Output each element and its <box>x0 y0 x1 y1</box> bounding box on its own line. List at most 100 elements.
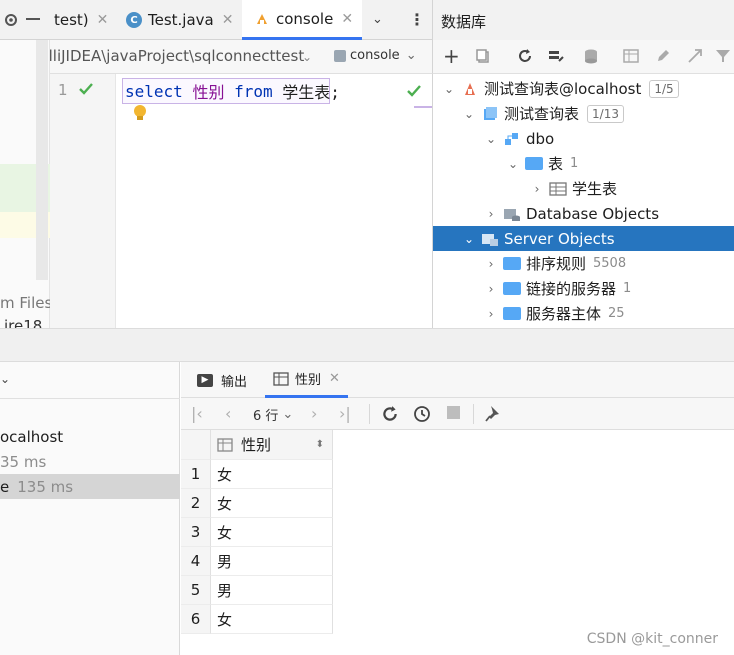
watermark: CSDN @kit_conner <box>586 631 718 647</box>
tree-node-database[interactable]: ⌄ 测试查询表 1/13 <box>433 101 734 126</box>
previous-page-icon[interactable]: ‹ <box>225 404 231 423</box>
line-number: 1 <box>58 81 68 99</box>
stop-icon[interactable] <box>447 406 460 419</box>
tree-node-connection[interactable]: ⌄ 测试查询表@localhost 1/5 <box>433 76 734 101</box>
path-bar: VAIntelliJIDEA\javaProject\sqlconnecttes… <box>0 40 432 74</box>
grid-cell[interactable]: 女 <box>211 518 333 547</box>
gear-icon[interactable] <box>4 12 18 28</box>
more-options-icon[interactable]: ⋮ <box>409 10 425 29</box>
service-item-selected[interactable]: e 135 ms <box>0 474 180 499</box>
tab-result-table[interactable]: 性别 ✕ <box>265 362 348 398</box>
tree-node-server-objects[interactable]: ⌄ Server Objects <box>433 226 734 251</box>
tree-node-database-objects[interactable]: › Database Objects <box>433 201 734 226</box>
tab-output[interactable]: ▶ 输出 <box>197 362 247 398</box>
chevron-down-icon[interactable]: ⌄ <box>505 157 521 171</box>
db-panel-header: 数据库 <box>432 0 734 40</box>
edit-icon[interactable] <box>655 48 673 66</box>
minimize-icon[interactable] <box>26 18 40 20</box>
db-panel-title: 数据库 <box>441 13 487 31</box>
column-icon <box>217 437 233 452</box>
grid-cell[interactable]: 女 <box>211 605 333 634</box>
folder-icon <box>503 307 521 320</box>
database-icon <box>481 106 499 122</box>
chevron-right-icon[interactable]: › <box>483 257 499 271</box>
jump-icon[interactable] <box>687 48 705 66</box>
tree-node-label: Server Objects <box>504 229 615 248</box>
server-objects-icon <box>481 231 499 247</box>
tree-node-table[interactable]: › 学生表 <box>433 176 734 201</box>
chevron-down-icon: ⌄ <box>282 407 294 422</box>
scrollbar[interactable] <box>36 40 48 280</box>
sql-keyword: from <box>234 81 273 101</box>
chevron-right-icon[interactable]: › <box>483 307 499 321</box>
service-item[interactable]: ocalhost <box>0 424 180 449</box>
code-line[interactable]: select 性别 from 学生表; <box>122 78 340 104</box>
table-icon <box>549 181 567 197</box>
count-badge: 1/13 <box>587 104 624 123</box>
tree-node-linked-servers[interactable]: › 链接的服务器 1 <box>433 276 734 301</box>
tree-node-tables-folder[interactable]: ⌄ 表 1 <box>433 151 734 176</box>
chevron-down-icon[interactable]: ⌄ <box>302 50 312 64</box>
console-dropdown[interactable]: console ⌄ <box>334 48 417 63</box>
table-icon[interactable] <box>623 48 641 66</box>
grid-cell[interactable]: 男 <box>211 547 333 576</box>
chevron-down-icon[interactable]: ⌄ <box>0 372 10 386</box>
tree-node-label: dbo <box>526 129 555 148</box>
close-icon[interactable]: ✕ <box>329 371 340 386</box>
pin-icon[interactable] <box>485 405 501 423</box>
database-icon[interactable] <box>583 48 601 66</box>
sql-editor[interactable]: select 性别 from 学生表; <box>116 74 432 328</box>
close-icon[interactable]: ✕ <box>97 12 109 28</box>
first-page-icon[interactable]: |‹ <box>191 404 203 423</box>
row-number: 1 <box>181 460 211 489</box>
tree-node-collations[interactable]: › 排序规则 5508 <box>433 251 734 276</box>
next-page-icon[interactable]: › <box>311 404 317 423</box>
filter-icon[interactable] <box>715 48 733 66</box>
grid-cell[interactable]: 女 <box>211 489 333 518</box>
chevron-right-icon[interactable]: › <box>529 182 545 196</box>
tab-label: console <box>276 9 334 28</box>
tab-test-partial[interactable]: test) ✕ <box>52 0 116 40</box>
table-icon <box>273 371 289 386</box>
chevron-down-icon[interactable]: ⌄ <box>461 232 477 246</box>
editor-gutter: 1 <box>50 74 116 328</box>
history-icon[interactable] <box>413 405 431 423</box>
folder-icon <box>525 157 543 170</box>
check-icon <box>406 84 422 98</box>
tree-node-label: Database Objects <box>526 204 660 223</box>
chevron-down-icon[interactable]: ⌄ <box>372 12 383 27</box>
grid-cell[interactable]: 男 <box>211 576 333 605</box>
console-output-icon: ▶ <box>197 373 213 387</box>
close-icon[interactable]: ✕ <box>222 12 234 28</box>
java-class-icon: C <box>126 12 142 28</box>
sort-icon[interactable]: ⬍ <box>316 439 324 450</box>
last-page-icon[interactable]: ›| <box>339 404 351 423</box>
service-item[interactable]: 35 ms <box>0 449 180 474</box>
project-panel: m Files\ jre18 <box>0 40 57 328</box>
copy-icon[interactable] <box>475 48 493 66</box>
tab-label: test) <box>54 11 89 29</box>
lightbulb-icon[interactable] <box>132 104 148 122</box>
chevron-right-icon[interactable]: › <box>483 207 499 221</box>
grid-cell[interactable]: 女 <box>211 460 333 489</box>
add-icon[interactable]: + <box>443 46 461 66</box>
column-header[interactable]: 性别 ⬍ <box>211 430 333 460</box>
chevron-right-icon[interactable]: › <box>483 282 499 296</box>
tree-text: m Files\ <box>0 294 58 312</box>
tree-node-server-principals[interactable]: › 服务器主体 25 <box>433 301 734 326</box>
schema-icon[interactable] <box>547 48 565 66</box>
column-header-label: 性别 <box>241 436 272 454</box>
close-icon[interactable]: ✕ <box>341 11 353 27</box>
database-objects-icon <box>503 206 521 222</box>
tab-test-java[interactable]: C Test.java ✕ <box>116 0 242 40</box>
chevron-down-icon[interactable]: ⌄ <box>483 132 499 146</box>
chevron-down-icon[interactable]: ⌄ <box>441 82 457 96</box>
tree-node-schema[interactable]: ⌄ dbo <box>433 126 734 151</box>
refresh-icon[interactable] <box>381 405 399 423</box>
tab-console[interactable]: console ✕ <box>242 0 362 40</box>
result-tab-bar: ▶ 输出 性别 ✕ <box>181 362 734 398</box>
chevron-down-icon[interactable]: ⌄ <box>461 107 477 121</box>
row-count-dropdown[interactable]: 6 行 ⌄ <box>253 405 293 424</box>
service-item-time: 135 ms <box>17 477 74 496</box>
refresh-icon[interactable] <box>517 48 535 66</box>
